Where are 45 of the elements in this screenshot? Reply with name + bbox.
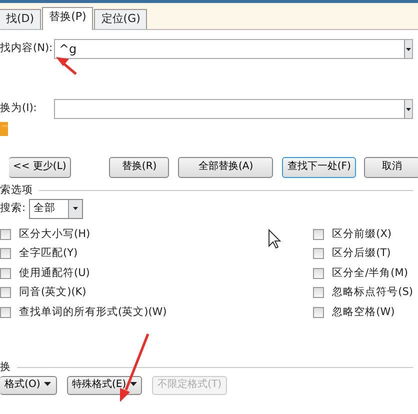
- checkbox-label[interactable]: 同音(英文)(K): [19, 286, 86, 300]
- checkbox-label[interactable]: 忽略空格(W): [332, 306, 395, 319]
- checkbox[interactable]: [0, 287, 11, 298]
- checkbox[interactable]: [313, 306, 324, 318]
- action-button[interactable]: 查找下一处(F): [282, 157, 356, 178]
- action-button[interactable]: 取消: [364, 157, 418, 178]
- checkbox-label[interactable]: 忽略标点符号(S): [332, 286, 413, 300]
- tab[interactable]: 替换(P): [42, 7, 94, 30]
- action-button[interactable]: 全部替换(A): [178, 157, 274, 178]
- format-button[interactable]: 特殊格式(E): [67, 376, 142, 395]
- tab[interactable]: 定位(G): [94, 9, 148, 29]
- checkbox[interactable]: [313, 248, 324, 260]
- checkbox-label[interactable]: 区分前缀(X): [332, 228, 392, 241]
- less-button[interactable]: << 更少(L): [9, 157, 72, 178]
- dropdown-icon: [72, 207, 78, 210]
- checkbox[interactable]: [0, 228, 11, 240]
- dropdown-icon: [406, 48, 411, 50]
- checkbox[interactable]: [313, 287, 324, 298]
- cursor-icon: [268, 228, 282, 249]
- section-title: 索选项: [0, 184, 33, 198]
- checkbox-label[interactable]: 区分后缀(T): [332, 247, 391, 260]
- search-label: 搜索:: [0, 202, 26, 216]
- annotation-arrow: [56, 57, 77, 75]
- search-select[interactable]: 全部: [28, 198, 83, 219]
- checkbox[interactable]: [313, 228, 324, 240]
- find-label: 找内容(N):: [0, 42, 54, 56]
- action-button[interactable]: 替换(R): [109, 157, 170, 178]
- dropdown-icon: [406, 108, 411, 110]
- tab[interactable]: 找(D): [0, 9, 42, 29]
- checkbox-label[interactable]: 使用通配符(U): [19, 266, 90, 280]
- checkbox[interactable]: [0, 306, 11, 318]
- app-icon: [0, 122, 8, 136]
- checkbox[interactable]: [313, 268, 324, 279]
- checkbox-label[interactable]: 区分全/半角(M): [332, 266, 408, 280]
- checkbox-label[interactable]: 全字匹配(Y): [19, 247, 78, 260]
- find-field[interactable]: ^g: [54, 39, 413, 59]
- replace-label: 换为(I):: [0, 102, 38, 116]
- checkbox[interactable]: [0, 268, 11, 279]
- format-button: 不限定格式(T): [152, 376, 228, 395]
- checkbox-label[interactable]: 查找单词的所有形式(英文)(W): [19, 306, 167, 319]
- section-title: 换: [0, 360, 11, 374]
- replace-field[interactable]: [54, 99, 413, 119]
- checkbox[interactable]: [0, 248, 11, 260]
- checkbox-label[interactable]: 区分大小写(H): [19, 228, 90, 241]
- format-button[interactable]: 格式(O): [0, 376, 57, 395]
